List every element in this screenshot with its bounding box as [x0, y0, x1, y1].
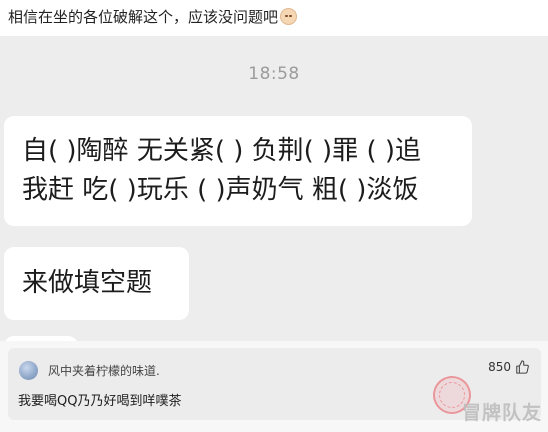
- comment-panel: 风中夹着柠檬的味道. 我要喝QQ乃乃好喝到咩噗茶 850 冒牌队友: [0, 341, 548, 432]
- thumbs-up-icon: [516, 360, 529, 374]
- like-count: 850: [488, 360, 511, 374]
- message-timestamp: 18:58: [248, 64, 300, 84]
- like-button[interactable]: 850: [488, 360, 529, 374]
- watermark: 冒牌队友: [461, 402, 542, 424]
- puzzle-line-1: 自( )陶醉 无关紧( ) 负荆( )罪 ( )追: [22, 136, 422, 166]
- comment-text: 我要喝QQ乃乃好喝到咩噗茶: [18, 394, 182, 409]
- chat-screenshot: 18:58 自( )陶醉 无关紧( ) 负荆( )罪 ( )追 我赶 吃( )玩…: [0, 36, 548, 341]
- chat-bubble-puzzle[interactable]: 自( )陶醉 无关紧( ) 负荆( )罪 ( )追 我赶 吃( )玩乐 ( )声…: [4, 116, 472, 226]
- post-caption-text: 相信在坐的各位破解这个，应该没问题吧: [8, 8, 279, 26]
- puzzle-line-2: 我赶 吃( )玩乐 ( )声奶气 粗( )淡饭: [22, 175, 419, 205]
- post-caption: 相信在坐的各位破解这个，应该没问题吧: [8, 6, 298, 28]
- avatar[interactable]: [19, 361, 38, 380]
- comment-username[interactable]: 风中夹着柠檬的味道.: [48, 362, 160, 379]
- chat-bubble-prompt[interactable]: 来做填空题: [4, 247, 189, 320]
- prompt-text: 来做填空题: [22, 268, 153, 298]
- grinning-face-icon: [280, 8, 298, 25]
